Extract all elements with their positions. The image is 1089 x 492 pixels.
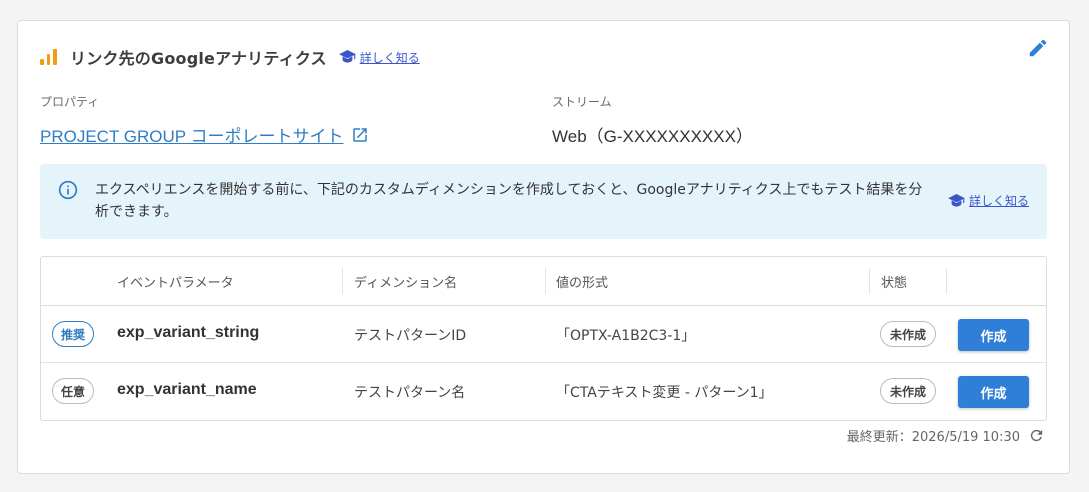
card-title: リンク先のGoogleアナリティクス — [70, 49, 327, 68]
event-parameter: exp_variant_name — [117, 381, 257, 398]
column-divider — [946, 268, 947, 294]
info-learn-more-link[interactable]: 詳しく知る — [948, 192, 1029, 209]
table-header: イベントパラメータ ディメンション名 値の形式 状態 — [41, 257, 1046, 306]
optional-badge: 任意 — [52, 378, 94, 404]
column-header-param: イベントパラメータ — [117, 276, 234, 291]
table-row: 任意 exp_variant_name テストパターン名 「CTAテキスト変更 … — [41, 363, 1046, 420]
last-updated: 最終更新：2026/5/19 10:30 — [847, 426, 1045, 445]
ga-link-card: リンク先のGoogleアナリティクス 詳しく知る プロパティ PROJECT G… — [17, 20, 1070, 474]
table-row: 推奨 exp_variant_string テストパターンID 「OPTX-A1… — [41, 306, 1046, 363]
create-button[interactable]: 作成 — [958, 376, 1029, 408]
status-badge: 未作成 — [880, 378, 936, 404]
info-banner: エクスペリエンスを開始する前に、下記のカスタムディメンションを作成しておくと、G… — [40, 164, 1047, 239]
last-updated-text: 最終更新：2026/5/19 10:30 — [846, 430, 1020, 445]
dimension-name: テストパターン名 — [354, 385, 466, 401]
graduation-cap-icon — [948, 193, 965, 208]
edit-pencil-icon[interactable] — [1027, 37, 1049, 63]
stream-value: Web（G-XXXXXXXXXX） — [552, 127, 753, 146]
learn-more-link[interactable]: 詳しく知る — [338, 49, 420, 66]
info-learn-more-label: 詳しく知る — [968, 194, 1029, 208]
column-divider — [869, 268, 870, 294]
column-divider — [342, 268, 343, 294]
info-icon — [58, 180, 78, 204]
graduation-cap-icon — [338, 50, 356, 64]
dimension-name: テストパターンID — [354, 328, 467, 344]
column-divider — [545, 268, 546, 294]
analytics-bars-icon — [40, 49, 57, 65]
column-header-format: 値の形式 — [556, 276, 609, 291]
refresh-icon[interactable] — [1028, 427, 1045, 444]
column-header-status: 状態 — [881, 276, 908, 291]
card-header: リンク先のGoogleアナリティクス 詳しく知る — [40, 45, 420, 69]
value-format: 「OPTX-A1B2C3-1」 — [556, 328, 696, 344]
property-name: PROJECT GROUP コーポレートサイト — [40, 127, 344, 146]
dimension-table: イベントパラメータ ディメンション名 値の形式 状態 推奨 exp_varian… — [40, 256, 1047, 421]
info-text: エクスペリエンスを開始する前に、下記のカスタムディメンションを作成しておくと、G… — [95, 182, 923, 220]
status-badge: 未作成 — [880, 321, 936, 347]
value-format: 「CTAテキスト変更 - パターン1」 — [556, 385, 773, 401]
stream-label: ストリーム — [552, 95, 612, 109]
column-header-dimension: ディメンション名 — [354, 276, 458, 291]
learn-more-label: 詳しく知る — [359, 50, 420, 65]
event-parameter: exp_variant_string — [117, 324, 260, 341]
create-button[interactable]: 作成 — [958, 319, 1029, 351]
recommended-badge: 推奨 — [52, 321, 94, 347]
external-link-icon — [351, 126, 369, 144]
property-link[interactable]: PROJECT GROUP コーポレートサイト — [40, 122, 369, 147]
property-label: プロパティ — [40, 95, 100, 109]
